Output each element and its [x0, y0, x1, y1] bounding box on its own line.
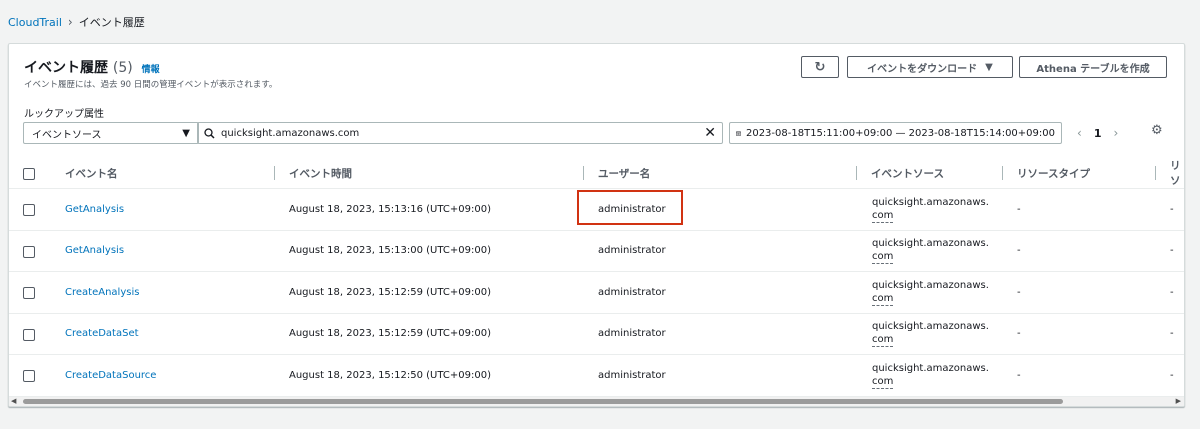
column-resource-type[interactable]: リソースタイプ — [1017, 158, 1090, 188]
user-name: administrator — [598, 328, 666, 340]
search-icon — [204, 127, 215, 139]
search-input[interactable]: quicksight.amazonaws.com ✕ — [197, 122, 723, 144]
column-event-source[interactable]: イベントソース — [871, 158, 944, 188]
event-source-line1: quicksight.amazonaws. — [872, 279, 989, 291]
row-checkbox[interactable] — [23, 370, 35, 382]
table-row: CreateDataSet August 18, 2023, 15:12:59 … — [9, 314, 1184, 355]
event-name-link[interactable]: GetAnalysis — [65, 231, 124, 272]
event-source: quicksight.amazonaws. com — [872, 355, 989, 396]
date-range-picker[interactable]: 2023-08-18T15:11:00+09:00 — 2023-08-18T1… — [729, 122, 1062, 144]
column-user-name[interactable]: ユーザー名 — [598, 158, 650, 188]
event-time: August 18, 2023, 15:13:00 (UTC+09:00) — [289, 245, 491, 257]
chevron-right-icon: › — [67, 15, 73, 29]
page-title: イベント履歴 (5) 情報 — [24, 57, 160, 77]
next-page-icon[interactable]: › — [1113, 126, 1118, 140]
breadcrumb: CloudTrail › イベント履歴 — [8, 14, 145, 30]
previous-page-icon[interactable]: ‹ — [1077, 126, 1082, 140]
title-text: イベント履歴 — [24, 60, 108, 76]
table-header: イベント名 イベント時間 ユーザー名 イベントソース リソースタイプ リソ — [9, 158, 1184, 189]
row-checkbox[interactable] — [23, 204, 35, 216]
event-time: August 18, 2023, 15:12:59 (UTC+09:00) — [289, 328, 491, 340]
row-checkbox[interactable] — [23, 245, 35, 258]
caret-down-icon: ▼ — [985, 61, 993, 73]
event-source-line2: com — [872, 375, 894, 389]
create-athena-table-button[interactable]: Athena テーブルを作成 — [1019, 56, 1167, 78]
row-checkbox[interactable] — [23, 328, 35, 341]
column-divider[interactable] — [583, 166, 584, 180]
event-time: August 18, 2023, 15:12:59 (UTC+09:00) — [289, 286, 491, 298]
row-checkbox[interactable] — [23, 287, 35, 299]
resource-type: - — [1017, 245, 1021, 257]
table-row: CreateAnalysis August 18, 2023, 15:12:59… — [9, 272, 1184, 314]
event-source-line1: quicksight.amazonaws. — [872, 238, 989, 250]
column-event-time[interactable]: イベント時間 — [289, 158, 352, 188]
lookup-attribute-label: ルックアップ属性 — [24, 109, 104, 120]
column-divider[interactable] — [1155, 166, 1156, 180]
scroll-left-icon[interactable]: ◀ — [11, 397, 16, 405]
table-row: CreateDataSource August 18, 2023, 15:12:… — [9, 355, 1184, 397]
event-source: quicksight.amazonaws. com — [872, 189, 989, 230]
download-events-button[interactable]: イベントをダウンロード ▼ — [847, 56, 1013, 78]
column-event-name[interactable]: イベント名 — [65, 158, 118, 188]
gear-icon[interactable]: ⚙ — [1151, 123, 1163, 138]
clear-icon[interactable]: ✕ — [704, 125, 716, 141]
refresh-button[interactable]: ↻ — [801, 56, 839, 78]
column-divider[interactable] — [1002, 166, 1003, 180]
resource-name: - — [1170, 369, 1174, 381]
resource-type: - — [1017, 369, 1021, 381]
event-source-line1: quicksight.amazonaws. — [872, 321, 989, 333]
calendar-icon — [736, 130, 741, 136]
event-source-line2: com — [872, 251, 894, 265]
event-source-line2: com — [872, 209, 894, 223]
event-source-line2: com — [872, 292, 894, 306]
event-source-line1: quicksight.amazonaws. — [872, 362, 989, 374]
event-name-link[interactable]: CreateDataSet — [65, 314, 139, 355]
column-divider[interactable] — [856, 166, 857, 180]
breadcrumb-current: イベント履歴 — [78, 16, 145, 29]
scrollbar-thumb[interactable] — [23, 399, 1063, 404]
refresh-icon: ↻ — [814, 59, 826, 75]
event-history-panel: イベント履歴 (5) 情報 イベント履歴には、過去 90 日間の管理イベントが表… — [8, 43, 1185, 407]
date-range-value: 2023-08-18T15:11:00+09:00 — 2023-08-18T1… — [745, 127, 1055, 139]
column-divider[interactable] — [274, 166, 275, 180]
info-link[interactable]: 情報 — [142, 65, 160, 75]
event-time: August 18, 2023, 15:13:16 (UTC+09:00) — [289, 203, 491, 215]
selected-attribute: イベントソース — [32, 129, 102, 141]
event-source: quicksight.amazonaws. com — [872, 272, 989, 313]
event-name-link[interactable]: CreateAnalysis — [65, 272, 139, 313]
user-name: administrator — [598, 286, 666, 298]
event-time: August 18, 2023, 15:12:50 (UTC+09:00) — [289, 369, 491, 381]
search-value: quicksight.amazonaws.com — [221, 127, 360, 139]
column-resource-name[interactable]: リソ — [1170, 158, 1184, 188]
resource-name: - — [1170, 328, 1174, 340]
resource-type: - — [1017, 286, 1021, 298]
event-count: (5) — [112, 60, 133, 76]
user-name: administrator — [598, 245, 666, 257]
event-source-line2: com — [872, 334, 894, 348]
resource-type: - — [1017, 203, 1021, 215]
resource-name: - — [1170, 245, 1174, 257]
scroll-right-icon[interactable]: ▶ — [1176, 397, 1181, 405]
event-source: quicksight.amazonaws. com — [872, 231, 989, 272]
caret-down-icon: ▼ — [182, 127, 190, 139]
event-source-line1: quicksight.amazonaws. — [872, 196, 989, 208]
horizontal-scrollbar[interactable]: ◀ ▶ — [9, 397, 1184, 406]
resource-name: - — [1170, 203, 1174, 215]
page-description: イベント履歴には、過去 90 日間の管理イベントが表示されます。 — [24, 80, 278, 90]
current-page[interactable]: 1 — [1094, 127, 1102, 140]
table-row: GetAnalysis August 18, 2023, 15:13:00 (U… — [9, 231, 1184, 272]
user-name: administrator — [598, 369, 666, 381]
resource-type: - — [1017, 328, 1021, 340]
highlight-box — [577, 190, 683, 225]
select-all-checkbox[interactable] — [23, 168, 35, 180]
lookup-attribute-select[interactable]: イベントソース ▼ — [23, 122, 199, 144]
breadcrumb-cloudtrail-link[interactable]: CloudTrail — [8, 16, 62, 29]
event-source: quicksight.amazonaws. com — [872, 314, 989, 355]
event-name-link[interactable]: CreateDataSource — [65, 355, 156, 396]
pagination: ‹ 1 › — [1077, 122, 1118, 144]
resource-name: - — [1170, 286, 1174, 298]
event-name-link[interactable]: GetAnalysis — [65, 189, 124, 230]
download-label: イベントをダウンロード — [867, 63, 978, 75]
